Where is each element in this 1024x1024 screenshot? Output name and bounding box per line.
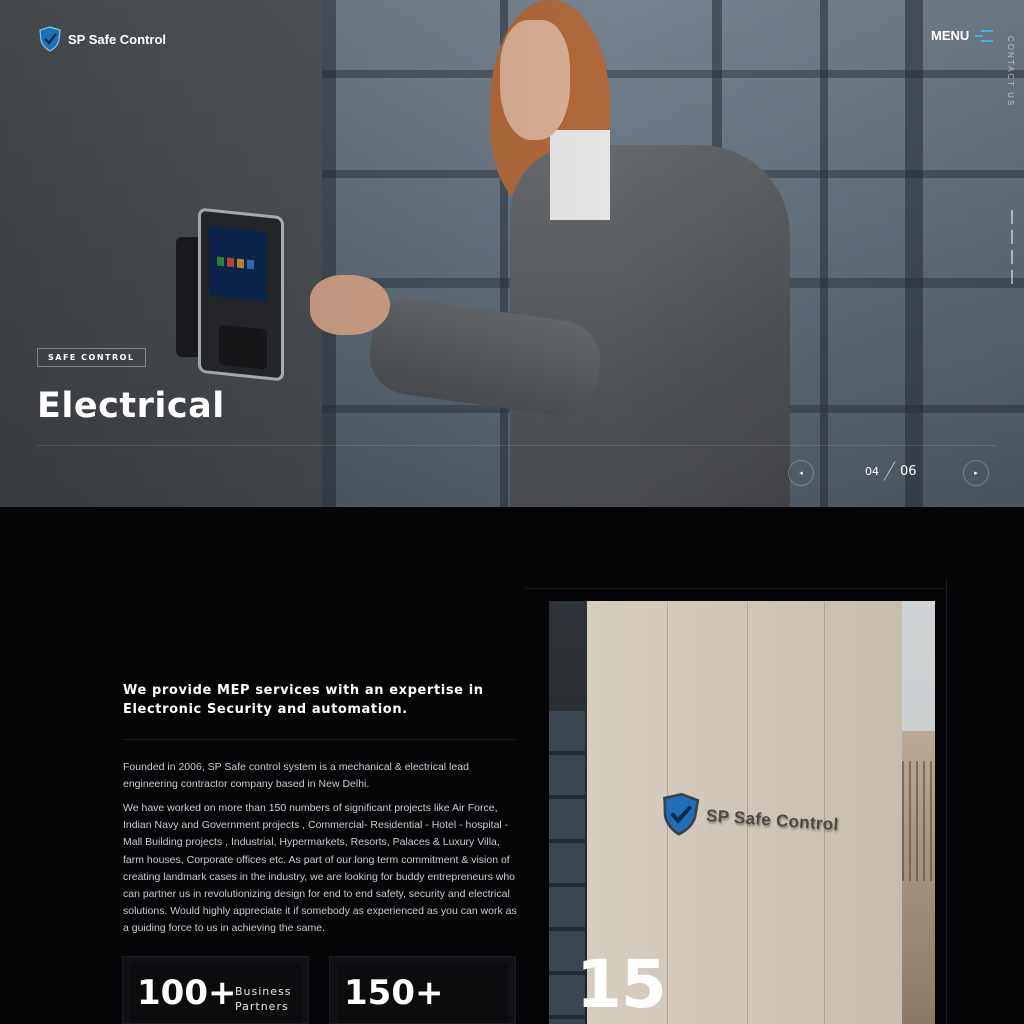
image-frame-line: [946, 578, 947, 1024]
hero-tag: SAFE CONTROL: [37, 348, 146, 367]
contact-side-link[interactable]: CONTACT US: [1006, 36, 1015, 107]
menu-button[interactable]: MENU: [931, 28, 994, 43]
hero-slider: SP Safe Control MENU CONTACT US SAFE CON…: [0, 0, 1024, 507]
menu-label: MENU: [931, 28, 970, 43]
slide-current: 04: [865, 464, 879, 478]
counter-slash: [883, 461, 896, 481]
hamburger-icon: [975, 29, 994, 43]
slide-counter: 04 06: [865, 460, 917, 482]
slider-next-button[interactable]: ▸: [963, 460, 989, 486]
hero-title: Electrical: [37, 386, 225, 426]
stat-value: 150+: [344, 973, 444, 1013]
slide-total: 06: [900, 463, 917, 479]
stat-label: Business Partners: [235, 985, 292, 1013]
shield-logo-icon: [663, 792, 700, 836]
arrow-left-icon: ◂: [799, 469, 803, 477]
image-frame-line: [525, 588, 945, 589]
stat-card: 100+ Business Partners: [122, 956, 309, 1024]
shield-logo-icon: [39, 26, 61, 52]
about-heading: We provide MEP services with an expertis…: [123, 683, 484, 717]
sign-text: SP Safe Control: [705, 806, 840, 835]
about-paragraph-1: Founded in 2006, SP Safe control system …: [123, 761, 469, 791]
slide-progress-ticks: [1011, 210, 1013, 300]
arrow-right-icon: ▸: [974, 469, 978, 477]
logo-text: SP Safe Control: [68, 31, 167, 47]
about-paragraph-2: We have worked on more than 150 numbers …: [123, 802, 517, 935]
stat-value: 100+: [137, 973, 237, 1013]
site-logo[interactable]: SP Safe Control: [38, 26, 166, 52]
slider-prev-button[interactable]: ◂: [788, 460, 814, 486]
hero-divider: [37, 445, 997, 446]
stat-card: 150+: [329, 956, 516, 1024]
years-counter: 15: [576, 946, 667, 1023]
about-divider: [123, 739, 515, 740]
